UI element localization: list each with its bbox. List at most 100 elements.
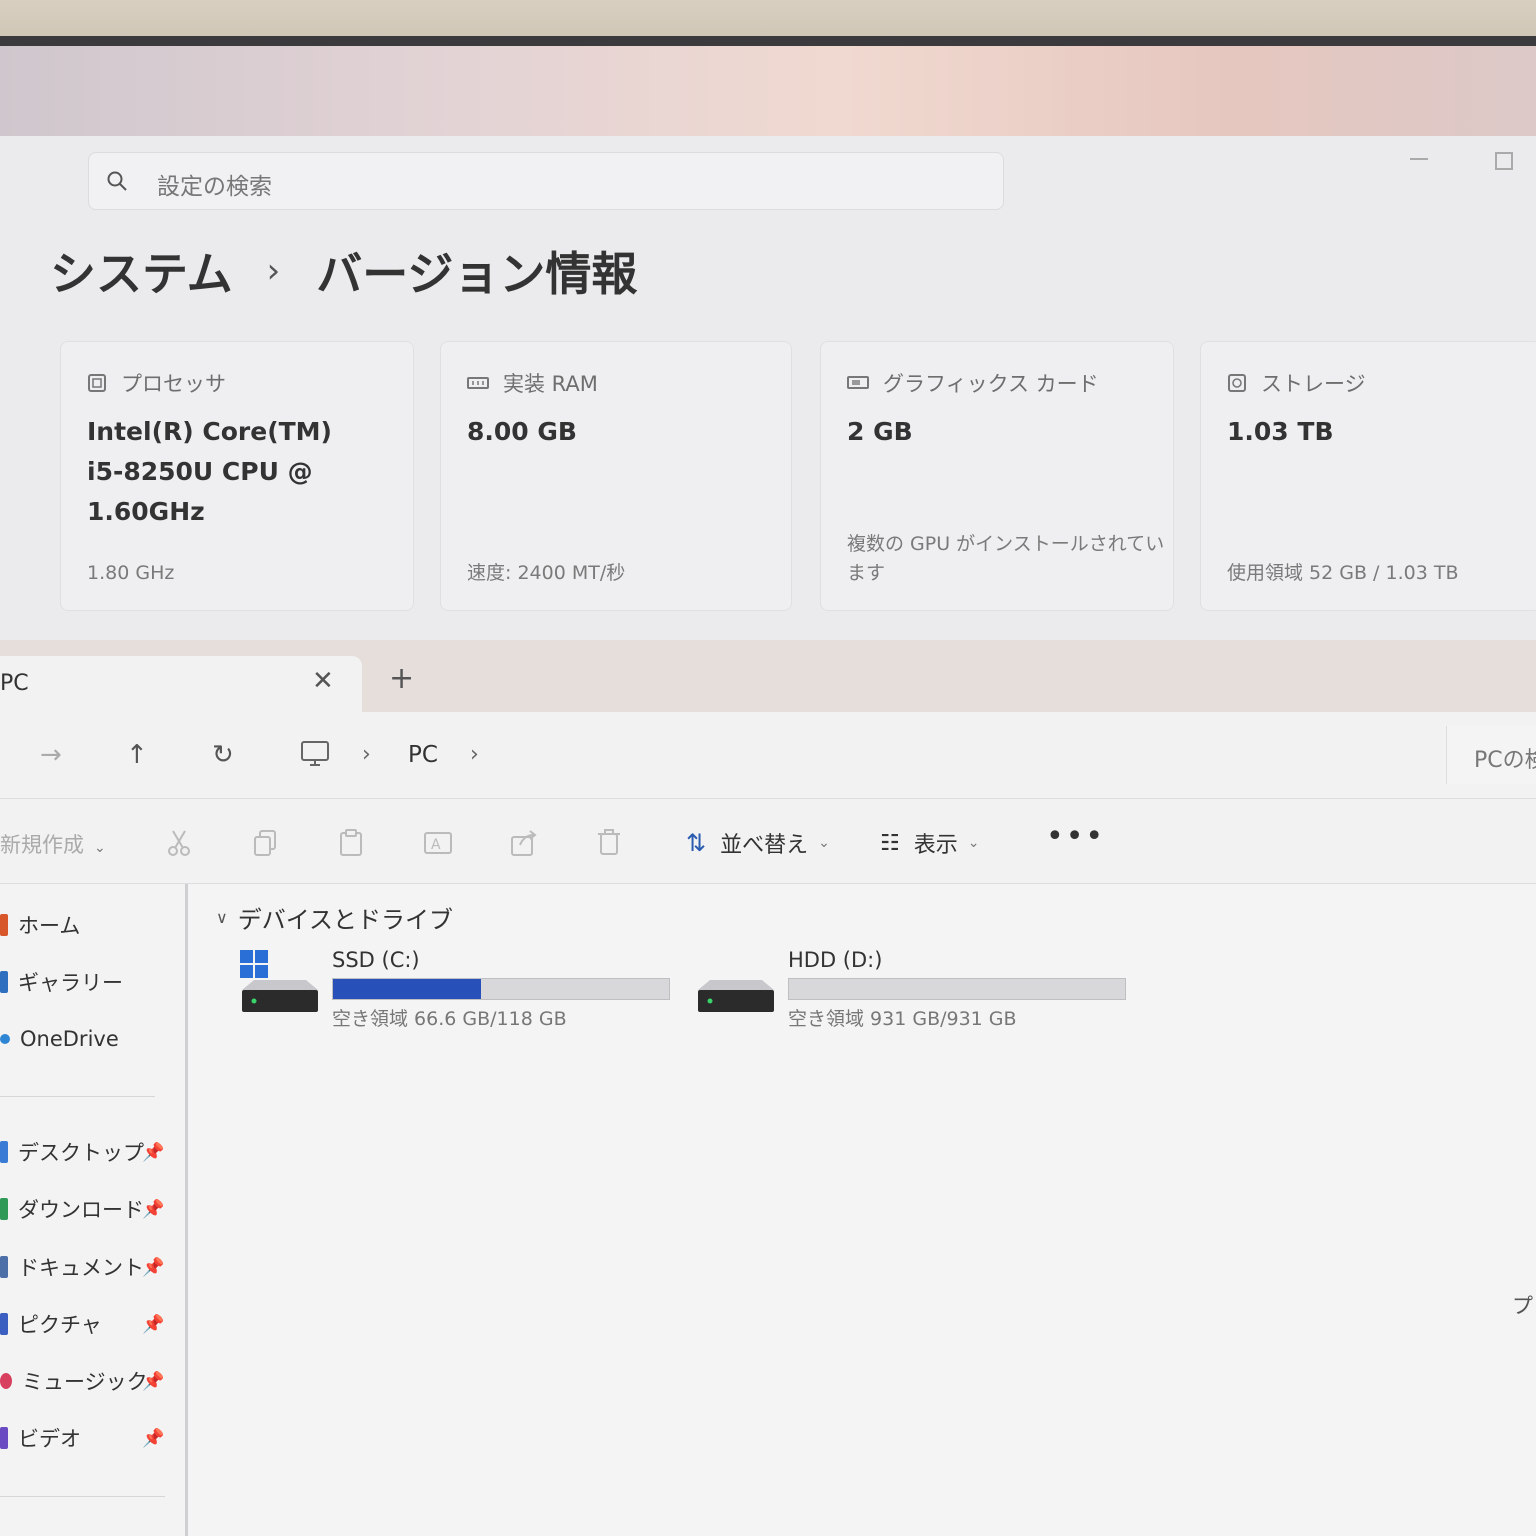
sidebar-item-label: ホーム — [18, 914, 81, 938]
more-options-button[interactable]: ••• — [1046, 819, 1105, 854]
drive-usage-bar — [788, 978, 1126, 1000]
video-icon — [0, 1427, 8, 1449]
chevron-down-icon: ⌄ — [94, 840, 106, 856]
cloud-icon — [0, 1034, 10, 1044]
share-icon[interactable] — [510, 829, 538, 857]
monitor-bezel — [0, 0, 1536, 40]
settings-window: 設定の検索 システム › バージョン情報 プロセッサ Intel(R) Core… — [0, 136, 1536, 640]
storage-value: 1.03 TB — [1227, 417, 1334, 446]
monitor-frame — [0, 36, 1536, 46]
chevron-right-icon[interactable]: › — [470, 742, 479, 767]
storage-label: ストレージ — [1261, 372, 1366, 396]
sidebar-item-pictures[interactable]: ピクチャ — [0, 1307, 102, 1341]
tab-close-icon[interactable]: ✕ — [312, 666, 334, 696]
sidebar-item-label: ビデオ — [18, 1427, 81, 1451]
settings-search-box[interactable]: 設定の検索 — [88, 152, 1004, 210]
address-segment-pc[interactable]: PC — [408, 742, 438, 768]
view-icon: ☷ — [880, 830, 900, 856]
tab-pc[interactable]: PC ✕ — [0, 656, 362, 712]
delete-icon[interactable] — [596, 829, 622, 857]
cut-icon[interactable] — [166, 829, 192, 857]
breadcrumb-system[interactable]: システム — [50, 238, 233, 304]
sidebar-item-label: デスクトップ — [18, 1141, 144, 1165]
tab-title: PC — [0, 671, 29, 696]
chevron-down-icon: ⌄ — [818, 835, 830, 851]
ram-speed: 速度: 2400 MT/秒 — [467, 562, 626, 584]
devices-group-header[interactable]: ∨ デバイスとドライブ — [216, 900, 453, 935]
sidebar-item-onedrive[interactable]: OneDrive — [0, 1022, 119, 1056]
storage-icon — [1228, 374, 1246, 392]
ram-card: 実装 RAM 8.00 GB 速度: 2400 MT/秒 — [440, 341, 792, 611]
chevron-right-icon[interactable]: › — [362, 742, 371, 767]
ram-icon — [467, 377, 489, 389]
processor-card: プロセッサ Intel(R) Core(TM) i5-8250U CPU @ 1… — [60, 341, 414, 611]
sidebar-divider — [0, 1496, 165, 1497]
sidebar-item-documents[interactable]: ドキュメント — [0, 1250, 144, 1284]
refresh-icon[interactable]: ↻ — [212, 740, 234, 770]
sidebar-item-label: ドキュメント — [18, 1256, 144, 1280]
sidebar-item-home[interactable]: ホーム — [0, 908, 80, 942]
file-list-area: ∨ デバイスとドライブ SSD (C:) 空き領域 66.6 GB/118 GB… — [188, 884, 1536, 1536]
sidebar-item-music[interactable]: ミュージック — [0, 1364, 148, 1398]
sort-label: 並べ替え — [720, 833, 809, 858]
pin-icon: 📌 — [142, 1314, 165, 1335]
sidebar-item-label: ダウンロード — [18, 1198, 144, 1222]
storage-card: ストレージ 1.03 TB 使用領域 52 GB / 1.03 TB — [1200, 341, 1536, 611]
sidebar-item-gallery[interactable]: ギャラリー — [0, 965, 123, 999]
pin-icon: 📌 — [142, 1142, 165, 1163]
document-icon — [0, 1256, 8, 1278]
pin-icon: 📌 — [142, 1257, 165, 1278]
explorer-search-box[interactable]: PCの検索 — [1446, 726, 1536, 784]
search-icon — [107, 171, 127, 191]
drive-usage-bar — [332, 978, 670, 1000]
explorer-search-placeholder: PCの検索 — [1474, 748, 1536, 773]
graphics-card: グラフィックス カード 2 GB 複数の GPU がインストールされてい ます — [820, 341, 1174, 611]
copy-icon[interactable] — [252, 829, 278, 857]
storage-usage: 使用領域 52 GB / 1.03 TB — [1227, 562, 1459, 584]
ram-value: 8.00 GB — [467, 417, 577, 446]
download-icon — [0, 1198, 8, 1220]
breadcrumb: システム › バージョン情報 — [50, 241, 637, 301]
minimize-button[interactable] — [1410, 158, 1428, 160]
desktop-wallpaper — [0, 46, 1536, 138]
chevron-down-icon: ⌄ — [967, 835, 980, 851]
page-title: バージョン情報 — [316, 247, 638, 301]
up-arrow-icon[interactable]: ↑ — [126, 740, 148, 770]
new-button[interactable]: 新規作成 ⌄ — [0, 829, 106, 859]
command-bar: 新規作成 ⌄ A ⇅ 並べ替え ⌄ ☷ 表示 ⌄ ••• — [0, 799, 1536, 884]
pictures-icon — [0, 1313, 8, 1335]
sidebar-item-label: OneDrive — [20, 1027, 119, 1051]
ram-label: 実装 RAM — [503, 372, 598, 396]
new-tab-button[interactable]: + — [389, 664, 414, 694]
explorer-tabstrip: PC ✕ + — [0, 640, 1536, 712]
graphics-note-line: ます — [847, 562, 886, 584]
drive-hdd-d[interactable]: HDD (D:) 空き領域 931 GB/931 GB — [696, 944, 1136, 1044]
drive-name: HDD (D:) — [788, 948, 883, 972]
sidebar-item-downloads[interactable]: ダウンロード — [0, 1192, 144, 1226]
sidebar-item-label: ピクチャ — [18, 1313, 102, 1337]
svg-text:A: A — [431, 837, 441, 853]
processor-value-line: Intel(R) Core(TM) — [87, 417, 332, 446]
drive-icon — [698, 980, 774, 1012]
view-button[interactable]: ☷ 表示 ⌄ — [880, 827, 979, 859]
sort-button[interactable]: ⇅ 並べ替え ⌄ — [686, 827, 830, 859]
search-placeholder: 設定の検索 — [157, 174, 272, 200]
graphics-note-line: 複数の GPU がインストールされてい — [847, 533, 1165, 555]
paste-icon[interactable] — [338, 829, 364, 857]
home-icon — [0, 914, 8, 936]
maximize-button[interactable] — [1495, 152, 1513, 170]
drive-ssd-c[interactable]: SSD (C:) 空き領域 66.6 GB/118 GB — [240, 944, 680, 1044]
sidebar-item-videos[interactable]: ビデオ — [0, 1421, 81, 1455]
graphics-value: 2 GB — [847, 417, 913, 446]
forward-arrow-icon[interactable]: → — [40, 740, 62, 770]
drive-usage-fill — [333, 979, 481, 999]
processor-label: プロセッサ — [121, 372, 226, 396]
rename-icon[interactable]: A — [423, 829, 453, 857]
processor-value-line: 1.60GHz — [87, 497, 205, 526]
sidebar-item-desktop[interactable]: デスクトップ — [0, 1135, 144, 1169]
breadcrumb-separator: › — [266, 251, 281, 291]
graphics-card-icon — [847, 376, 869, 389]
sort-icon: ⇅ — [686, 829, 707, 857]
processor-icon — [88, 374, 106, 392]
drive-free-space: 空き領域 931 GB/931 GB — [788, 1008, 1017, 1030]
